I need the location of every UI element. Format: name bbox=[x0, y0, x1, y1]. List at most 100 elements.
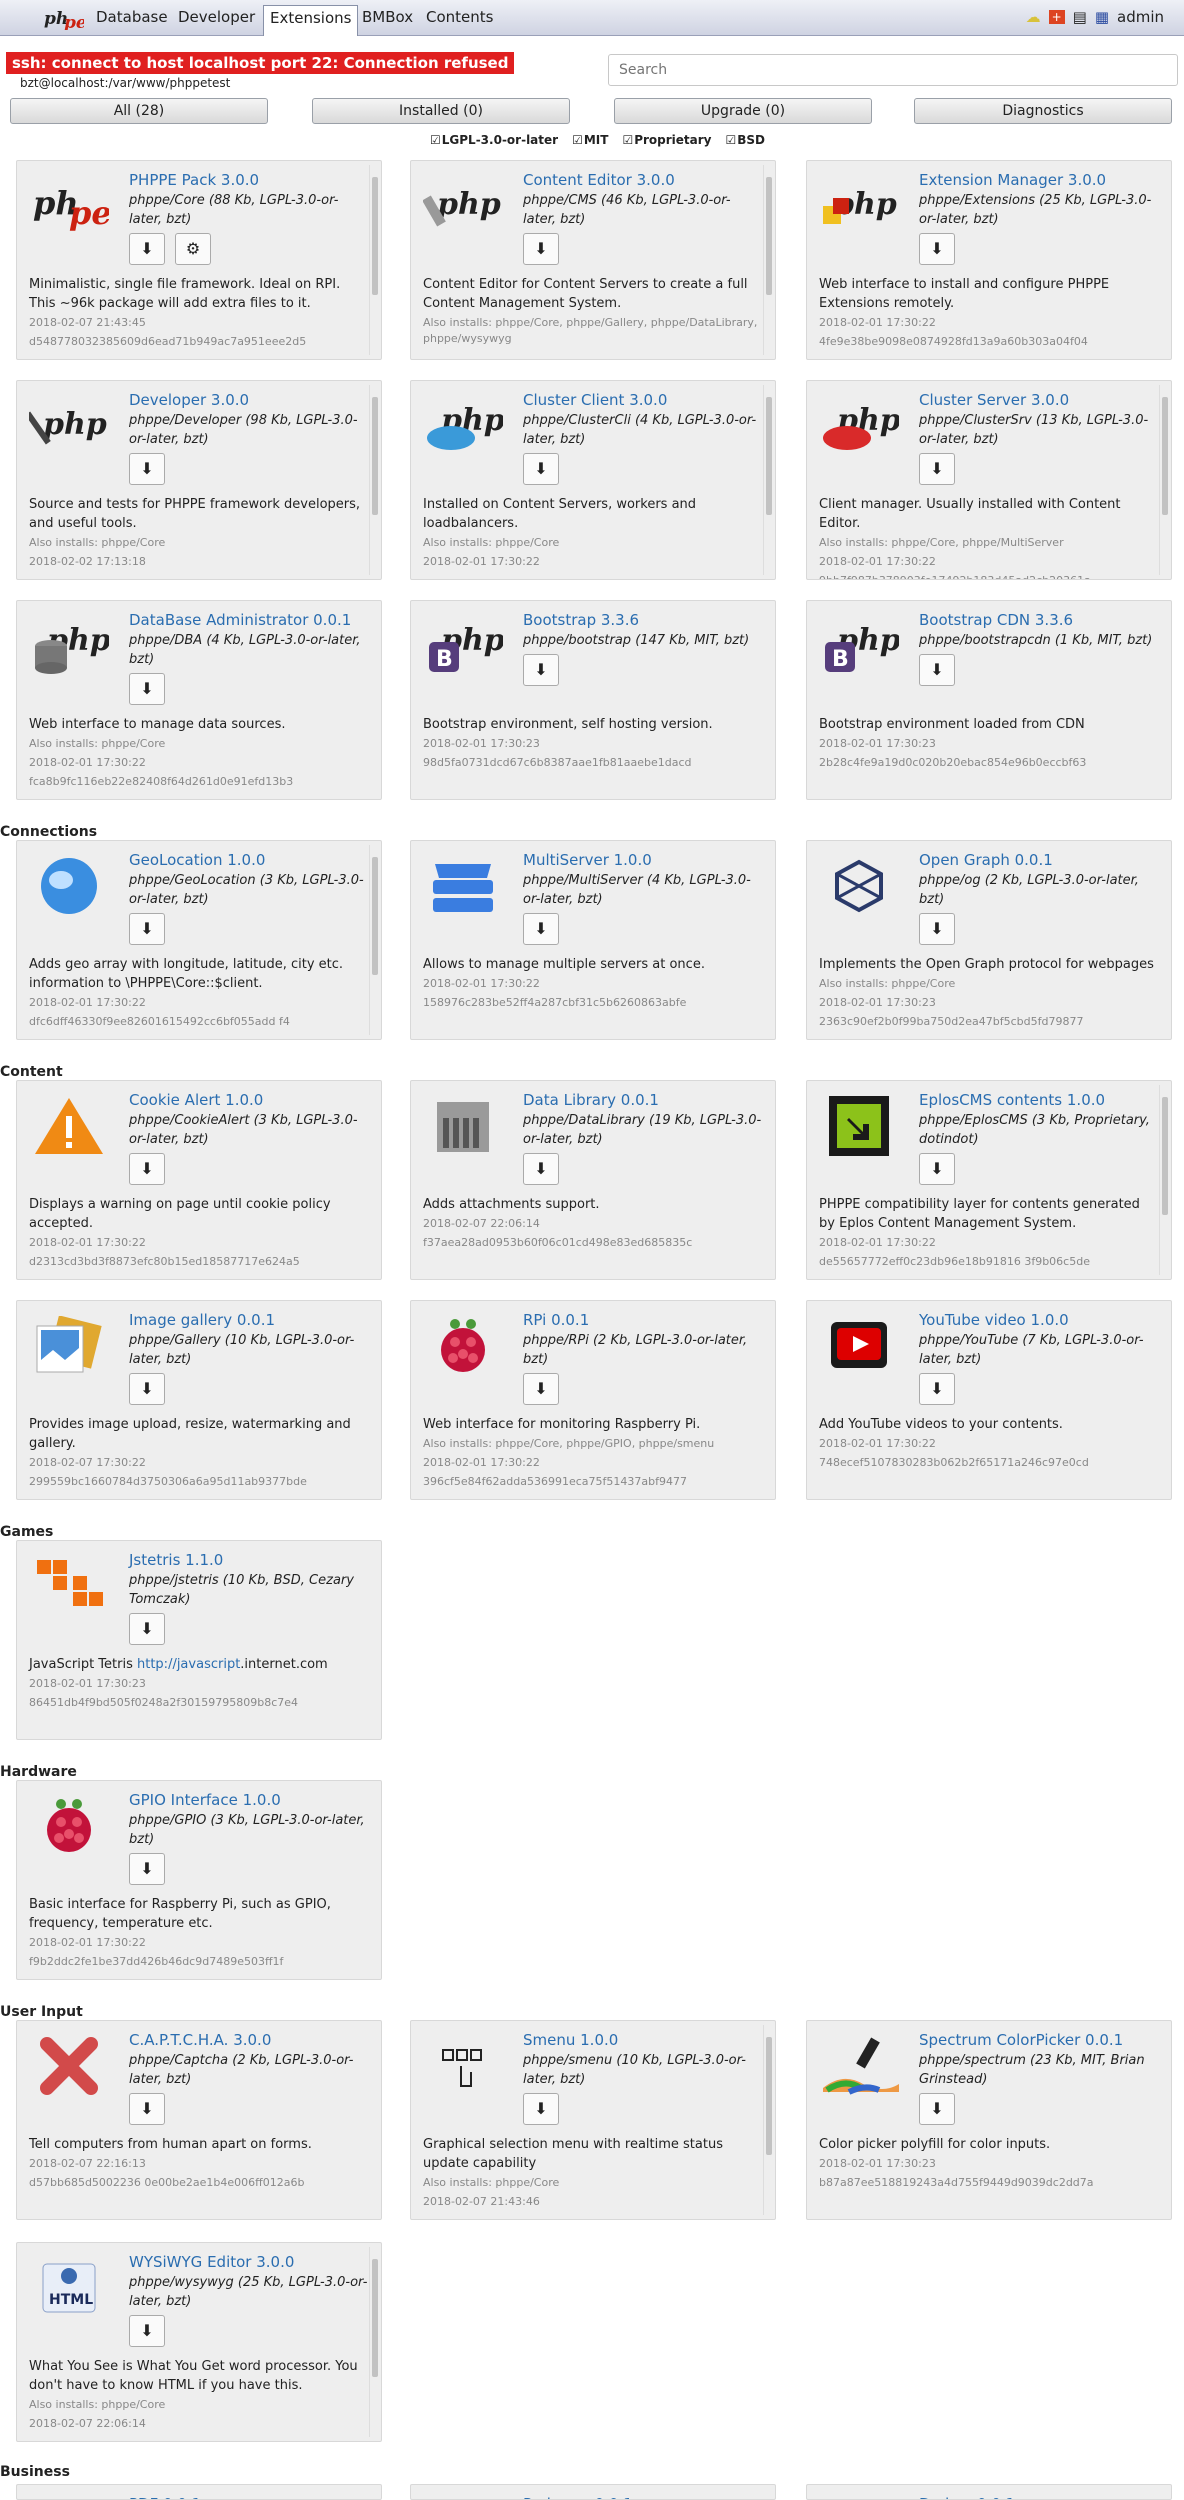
description-text: Add YouTube videos to your contents. bbox=[819, 1417, 1063, 1432]
card-scrollbar[interactable] bbox=[1159, 1085, 1169, 1275]
settings-gear-button[interactable]: ⚙ bbox=[175, 233, 211, 265]
user-menu[interactable]: admin bbox=[1117, 8, 1164, 26]
download-button[interactable]: ⬇ bbox=[129, 1853, 165, 1885]
package-hash: de55657772eff0c23db96e18b91816 3f9b06c5d… bbox=[819, 1255, 1090, 1268]
filter-bsd[interactable]: BSD bbox=[726, 133, 765, 147]
extension-title[interactable]: Jstetris 1.1.0 bbox=[129, 1551, 223, 1569]
extension-title[interactable]: Open Graph 0.0.1 bbox=[919, 851, 1053, 869]
extension-title[interactable]: GeoLocation 1.0.0 bbox=[129, 851, 265, 869]
card-scrollbar[interactable] bbox=[763, 385, 773, 575]
uk-flag-icon[interactable]: ▦ bbox=[1095, 8, 1109, 26]
download-button[interactable]: ⬇ bbox=[129, 673, 165, 705]
description-tail: .internet.com bbox=[240, 1657, 328, 1672]
download-button[interactable]: ⬇ bbox=[919, 1153, 955, 1185]
download-button[interactable]: ⬇ bbox=[129, 233, 165, 265]
extension-title[interactable]: GPIO Interface 1.0.0 bbox=[129, 1791, 281, 1809]
download-button[interactable]: ⬇ bbox=[129, 1373, 165, 1405]
filter-mit[interactable]: MIT bbox=[572, 133, 609, 147]
extension-title[interactable]: RPi 0.0.1 bbox=[523, 1311, 589, 1329]
download-button[interactable]: ⬇ bbox=[523, 453, 559, 485]
rpi-icon bbox=[423, 1311, 503, 1381]
release-date: 2018-02-01 17:30:22 bbox=[29, 1236, 146, 1249]
card-scrollbar[interactable] bbox=[763, 165, 773, 355]
description-text: Adds attachments support. bbox=[423, 1197, 600, 1212]
extension-title[interactable]: PDF 0.0.1 bbox=[129, 2495, 201, 2499]
download-button[interactable]: ⬇ bbox=[129, 1613, 165, 1645]
extension-title[interactable]: Bootstrap 3.3.6 bbox=[523, 611, 639, 629]
extension-title[interactable]: MultiServer 1.0.0 bbox=[523, 851, 652, 869]
release-date: 2018-02-01 17:30:22 bbox=[423, 977, 540, 990]
description-text: Web interface for monitoring Raspberry P… bbox=[423, 1417, 701, 1432]
extension-title[interactable]: YouTube video 1.0.0 bbox=[919, 1311, 1069, 1329]
download-button[interactable]: ⬇ bbox=[523, 913, 559, 945]
download-button[interactable]: ⬇ bbox=[129, 2315, 165, 2347]
extension-title[interactable]: Probeyer 0.0.1 bbox=[523, 2495, 633, 2499]
download-button[interactable]: ⬇ bbox=[523, 654, 559, 686]
swiss-flag-icon[interactable]: + bbox=[1048, 10, 1065, 24]
printer-icon[interactable]: ▤ bbox=[1073, 8, 1087, 26]
card-scrollbar[interactable] bbox=[369, 845, 379, 1035]
tab-all[interactable]: All (28) bbox=[10, 98, 268, 124]
download-button[interactable]: ⬇ bbox=[523, 1373, 559, 1405]
extension-title[interactable]: Smenu 1.0.0 bbox=[523, 2031, 618, 2049]
extension-description: Basic interface for Raspberry Pi, such a… bbox=[29, 1895, 369, 1933]
download-button[interactable]: ⬇ bbox=[523, 233, 559, 265]
download-button[interactable]: ⬇ bbox=[919, 453, 955, 485]
tab-upgrade[interactable]: Upgrade (0) bbox=[614, 98, 872, 124]
extension-title[interactable]: Image gallery 0.0.1 bbox=[129, 1311, 275, 1329]
menu-bmbox[interactable]: BMBox bbox=[362, 8, 413, 26]
extension-title[interactable]: Extension Manager 3.0.0 bbox=[919, 171, 1106, 189]
menu-extensions[interactable]: Extensions bbox=[263, 5, 359, 36]
extension-title[interactable]: Bootstrap CDN 3.3.6 bbox=[919, 611, 1073, 629]
download-button[interactable]: ⬇ bbox=[919, 654, 955, 686]
extension-meta: phppe/DataLibrary (19 Kb, LGPL-3.0-or-la… bbox=[523, 1113, 762, 1147]
also-installs: Also installs: phppe/Core bbox=[29, 737, 166, 750]
extension-title[interactable]: C.A.P.T.C.H.A. 3.0.0 bbox=[129, 2031, 271, 2049]
extension-meta: phppe/DBA (4 Kb, LGPL-3.0-or-later, bzt) bbox=[129, 633, 361, 667]
homepage-link[interactable]: http://javascript bbox=[137, 1657, 240, 1672]
download-button[interactable]: ⬇ bbox=[523, 2093, 559, 2125]
download-button[interactable]: ⬇ bbox=[919, 2093, 955, 2125]
filter-proprietary[interactable]: Proprietary bbox=[622, 133, 711, 147]
card-scrollbar[interactable] bbox=[763, 2025, 773, 2215]
extension-title[interactable]: Developer 3.0.0 bbox=[129, 391, 249, 409]
download-button[interactable]: ⬇ bbox=[129, 453, 165, 485]
card-scrollbar[interactable] bbox=[1159, 385, 1169, 575]
download-button[interactable]: ⬇ bbox=[919, 1373, 955, 1405]
download-button[interactable]: ⬇ bbox=[919, 913, 955, 945]
extension-title[interactable]: Data Library 0.0.1 bbox=[523, 1091, 659, 1109]
extension-title[interactable]: DataBase Administrator 0.0.1 bbox=[129, 611, 351, 629]
extension-description: Web interface to install and configure P… bbox=[819, 275, 1159, 313]
download-button[interactable]: ⬇ bbox=[129, 913, 165, 945]
menu-contents[interactable]: Contents bbox=[426, 8, 493, 26]
download-button[interactable]: ⬇ bbox=[919, 233, 955, 265]
cloud-icon[interactable]: ☁ bbox=[1026, 8, 1041, 26]
extension-title[interactable]: EplosCMS contents 1.0.0 bbox=[919, 1091, 1105, 1109]
filter-lgpl[interactable]: LGPL-3.0-or-later bbox=[430, 133, 558, 147]
package-hash: 396cf5e84f62adda536991eca75f51437abf9477 bbox=[423, 1475, 687, 1488]
release-date: 2018-02-01 17:30:22 bbox=[819, 1437, 936, 1450]
extension-title[interactable]: Cluster Server 3.0.0 bbox=[919, 391, 1069, 409]
tab-installed[interactable]: Installed (0) bbox=[312, 98, 570, 124]
extension-meta: phppe/Developer (98 Kb, LGPL-3.0-or-late… bbox=[129, 413, 358, 447]
card-scrollbar[interactable] bbox=[369, 2247, 379, 2437]
card-scrollbar[interactable] bbox=[369, 165, 379, 355]
download-button[interactable]: ⬇ bbox=[129, 2093, 165, 2125]
library-icon bbox=[423, 1091, 503, 1161]
menu-database[interactable]: Database bbox=[96, 8, 168, 26]
phppe-logo-icon[interactable]: phpe bbox=[44, 4, 84, 30]
download-button[interactable]: ⬇ bbox=[129, 1153, 165, 1185]
extension-title[interactable]: Content Editor 3.0.0 bbox=[523, 171, 675, 189]
search-input[interactable] bbox=[608, 54, 1178, 86]
card-scrollbar[interactable] bbox=[369, 385, 379, 575]
tab-diagnostics[interactable]: Diagnostics bbox=[914, 98, 1172, 124]
extension-title[interactable]: Spectrum ColorPicker 0.0.1 bbox=[919, 2031, 1123, 2049]
extension-title[interactable]: Cookie Alert 1.0.0 bbox=[129, 1091, 263, 1109]
extension-title[interactable]: PHPPE Pack 3.0.0 bbox=[129, 171, 259, 189]
extension-title[interactable]: Cluster Client 3.0.0 bbox=[523, 391, 667, 409]
extension-card: GPIO Interface 1.0.0 phppe/GPIO (3 Kb, LG… bbox=[16, 1780, 382, 1980]
download-button[interactable]: ⬇ bbox=[523, 1153, 559, 1185]
extension-title[interactable]: Dmbox 0.0.1 bbox=[919, 2495, 1015, 2499]
extension-title[interactable]: WYSiWYG Editor 3.0.0 bbox=[129, 2253, 294, 2271]
menu-developer[interactable]: Developer bbox=[178, 8, 255, 26]
